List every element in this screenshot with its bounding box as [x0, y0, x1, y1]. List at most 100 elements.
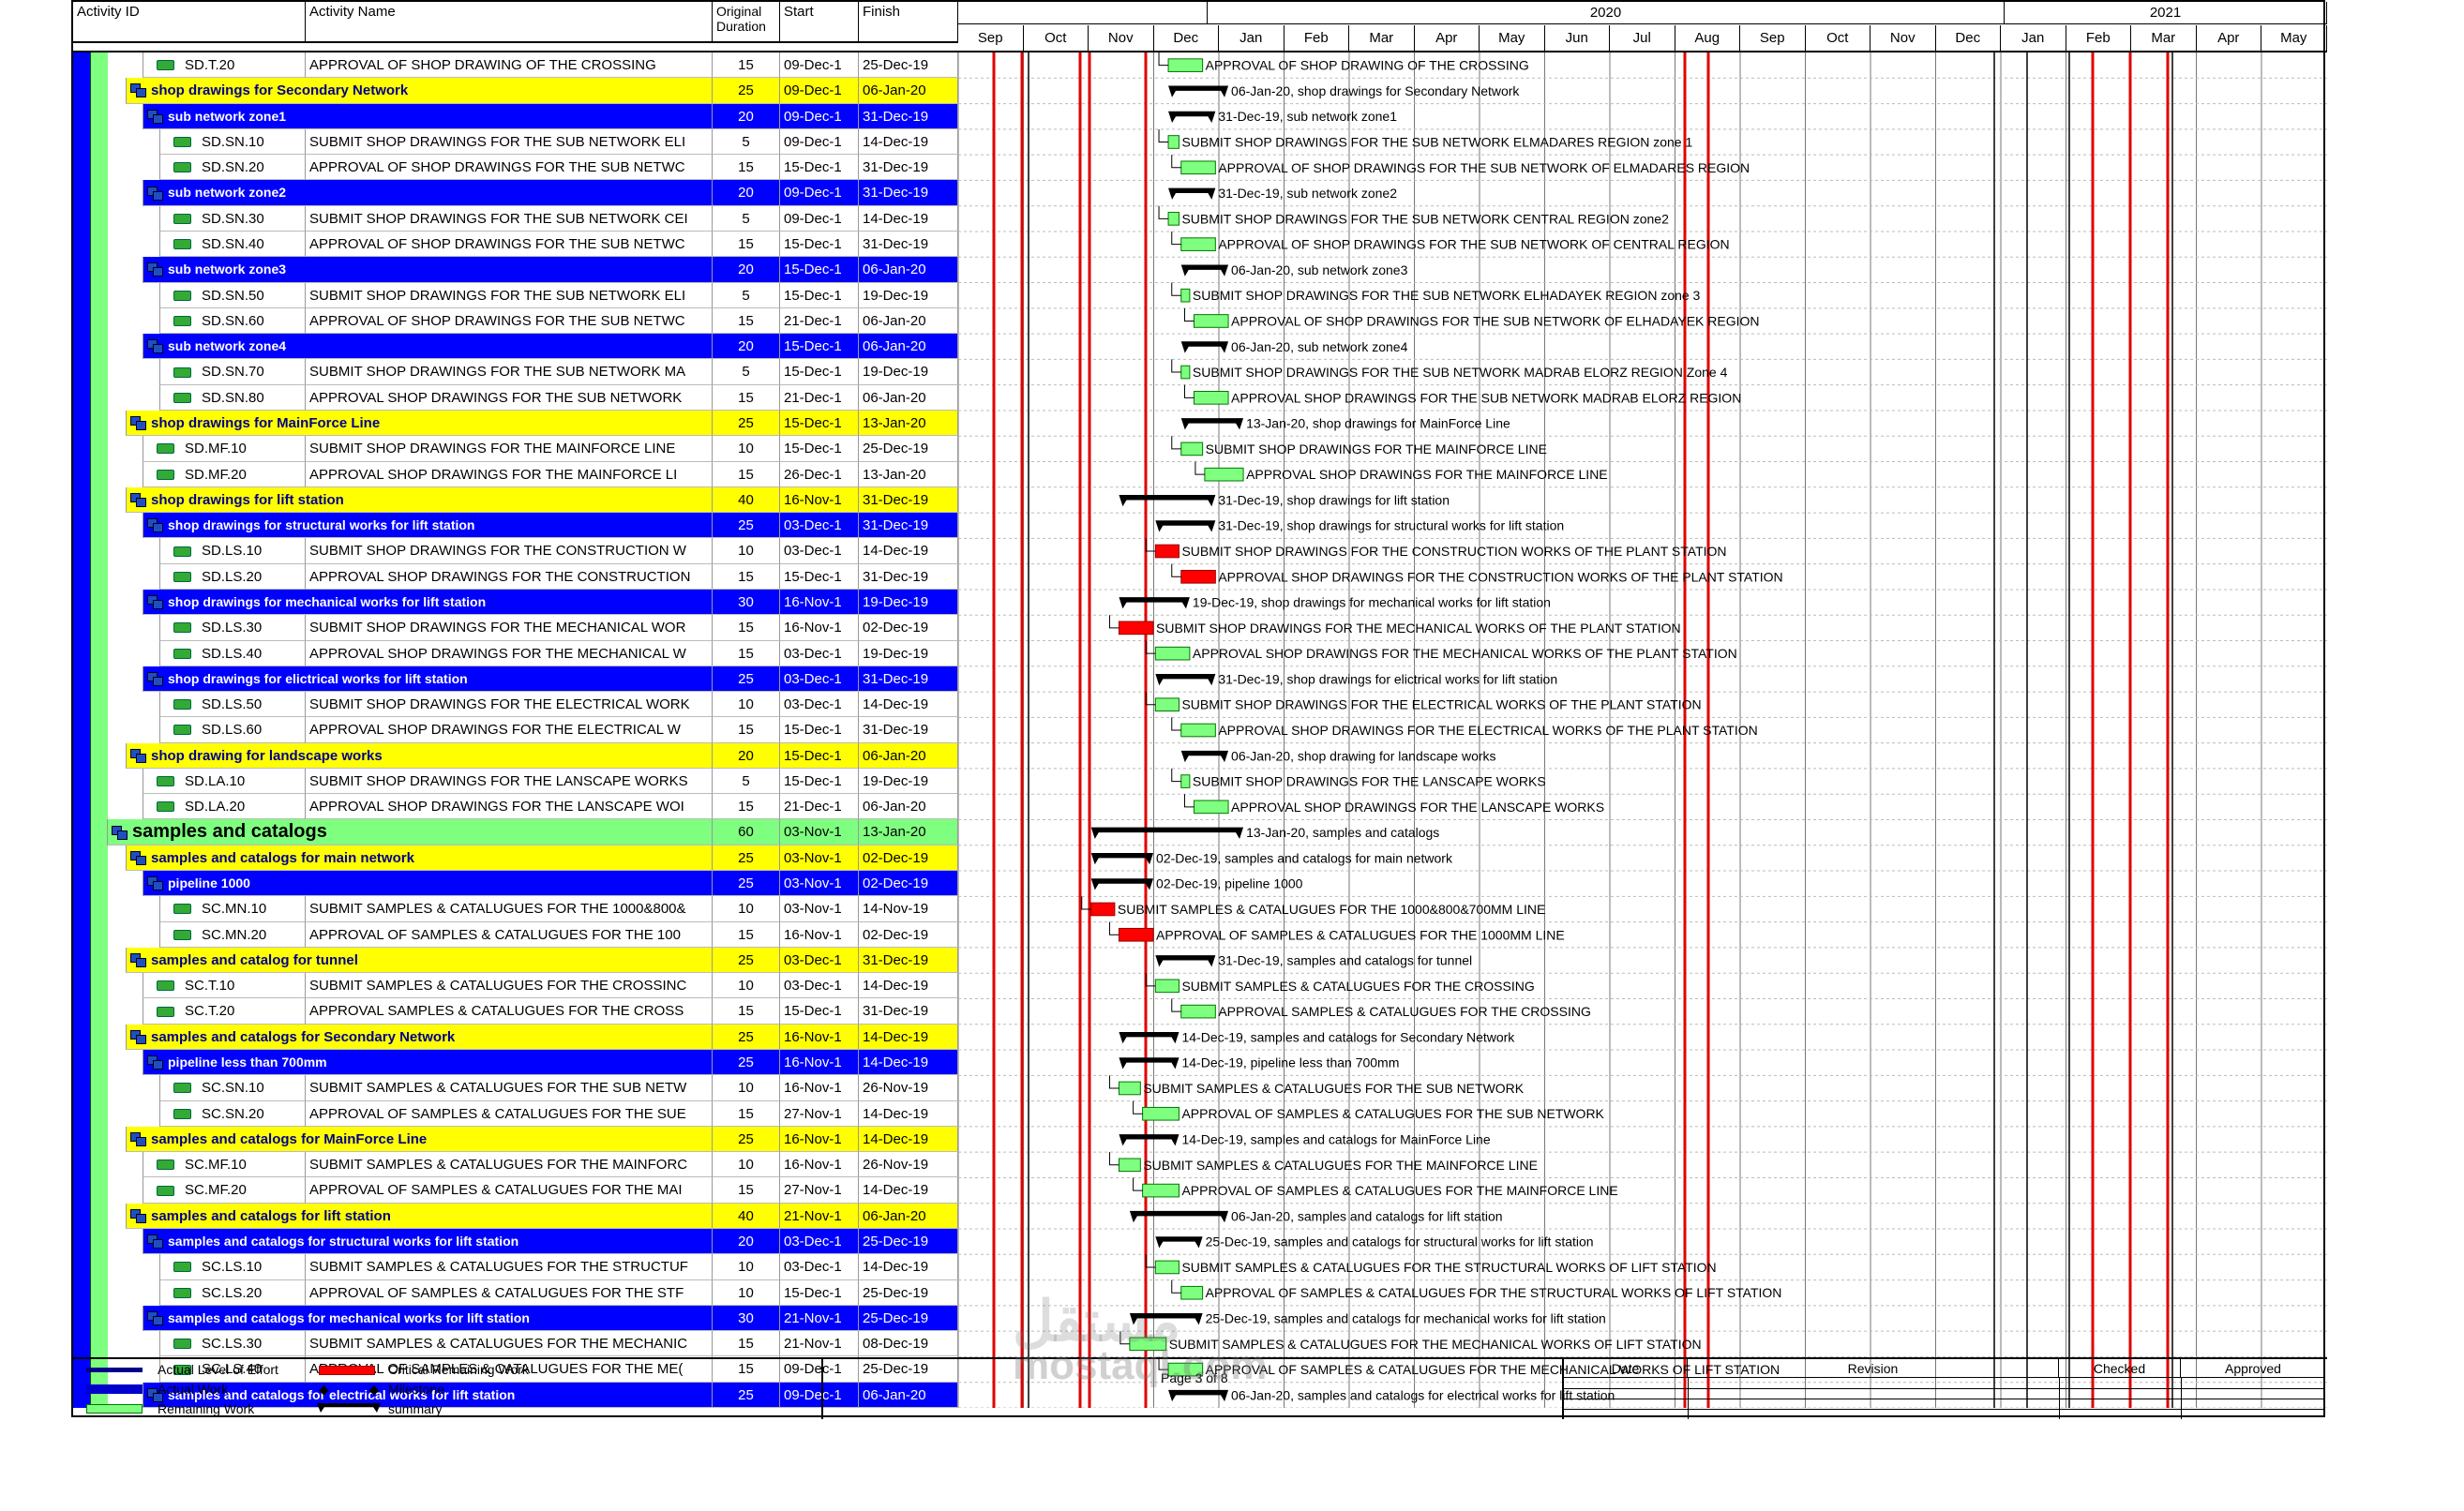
duration-cell: 15 — [713, 998, 780, 1025]
task-bar — [1180, 288, 1191, 303]
wbs-row[interactable]: pipeline less than 700mm 25 16-Nov-1 14-… — [73, 1050, 958, 1076]
activity-icon — [173, 1108, 191, 1119]
activity-row[interactable]: SC.SN.20 APPROVAL OF SAMPLES & CATALUGUE… — [73, 1100, 958, 1127]
activity-row[interactable]: SC.SN.10 SUBMIT SAMPLES & CATALUGUES FOR… — [73, 1075, 958, 1101]
start-cell: 09-Dec-1 — [780, 78, 859, 104]
activity-row[interactable]: SD.LS.40 APPROVAL SHOP DRAWINGS FOR THE … — [73, 640, 958, 666]
wbs-row[interactable]: samples and catalogs for lift station 40… — [73, 1203, 958, 1230]
col-header-start[interactable]: Start — [780, 2, 859, 43]
task-bar — [1204, 467, 1244, 482]
bar-label: SUBMIT SAMPLES & CATALUGUES FOR THE 1000… — [1118, 902, 1545, 917]
wbs-row[interactable]: samples and catalogs for MainForce Line … — [73, 1126, 958, 1153]
activity-row[interactable]: SD.LS.30 SUBMIT SHOP DRAWINGS FOR THE ME… — [73, 615, 958, 641]
task-bar — [1154, 1260, 1179, 1275]
wbs-row[interactable]: shop drawings for MainForce Line 25 15-D… — [73, 410, 958, 437]
activity-icon — [173, 571, 191, 582]
activity-row[interactable]: SC.MF.20 APPROVAL OF SAMPLES & CATALUGUE… — [73, 1177, 958, 1204]
activity-row[interactable]: SC.MF.10 SUBMIT SAMPLES & CATALUGUES FOR… — [73, 1152, 958, 1178]
activity-row[interactable]: SC.T.20 APPROVAL SAMPLES & CATALUGUES FO… — [73, 998, 958, 1025]
activity-row[interactable]: SC.MN.20 APPROVAL OF SAMPLES & CATALUGUE… — [73, 921, 958, 948]
start-cell: 15-Dec-1 — [780, 1279, 859, 1306]
year-2019-cell — [958, 2, 1208, 24]
wbs-row[interactable]: samples and catalogs for structural work… — [73, 1229, 958, 1255]
bar-label: APPROVAL OF SAMPLES & CATALUGUES FOR THE… — [1181, 1106, 1604, 1121]
wbs-row[interactable]: shop drawing for landscape works 20 15-D… — [73, 742, 958, 769]
activity-row[interactable]: SD.SN.70 SUBMIT SHOP DRAWINGS FOR THE SU… — [73, 359, 958, 385]
wbs-row[interactable]: sub network zone3 20 15-Dec-1 06-Jan-20 — [73, 257, 958, 283]
finish-cell: 02-Dec-19 — [859, 845, 958, 872]
activity-row[interactable]: SD.T.20 APPROVAL OF SHOP DRAWING OF THE … — [73, 52, 958, 79]
summary-bar — [1119, 1031, 1179, 1044]
activity-row[interactable]: SD.SN.40 APPROVAL OF SHOP DRAWINGS FOR T… — [73, 231, 958, 258]
activity-row[interactable]: SD.SN.20 APPROVAL OF SHOP DRAWINGS FOR T… — [73, 155, 958, 181]
wbs-row[interactable]: sub network zone4 20 15-Dec-1 06-Jan-20 — [73, 334, 958, 360]
activity-row[interactable]: SD.SN.50 SUBMIT SHOP DRAWINGS FOR THE SU… — [73, 282, 958, 308]
activity-name: SUBMIT SHOP DRAWINGS FOR THE SUB NETWORK… — [306, 359, 713, 385]
activity-row[interactable]: SD.MF.10 SUBMIT SHOP DRAWINGS FOR THE MA… — [73, 436, 958, 462]
wbs-row[interactable]: shop drawings for elictrical works for l… — [73, 666, 958, 693]
col-header-finish[interactable]: Finish — [859, 2, 958, 43]
duration-cell: 15 — [713, 563, 780, 590]
activity-icon — [157, 980, 174, 992]
activity-icon — [173, 1083, 191, 1094]
wbs-row[interactable]: shop drawings for Secondary Network 25 0… — [73, 78, 958, 104]
activity-id: SD.SN.30 — [202, 210, 264, 227]
wbs-row[interactable]: samples and catalogs 60 03-Nov-1 13-Jan-… — [73, 819, 958, 845]
activity-row[interactable]: SD.SN.80 APPROVAL SHOP DRAWINGS FOR THE … — [73, 384, 958, 411]
wbs-name-cell: shop drawings for Secondary Network — [126, 78, 713, 104]
activity-row[interactable]: SD.SN.10 SUBMIT SHOP DRAWINGS FOR THE SU… — [73, 128, 958, 156]
activity-row[interactable]: SD.LA.20 APPROVAL SHOP DRAWINGS FOR THE … — [73, 794, 958, 820]
wbs-row[interactable]: shop drawings for lift station 40 16-Nov… — [73, 486, 958, 514]
dependency-link — [1133, 1100, 1143, 1115]
activity-row[interactable]: SD.LS.10 SUBMIT SHOP DRAWINGS FOR THE CO… — [73, 538, 958, 564]
col-header-duration[interactable]: Original Duration — [713, 2, 780, 43]
duration-cell: 10 — [713, 1254, 780, 1280]
wbs-icon — [147, 1234, 163, 1249]
wbs-row[interactable]: samples and catalogs for Secondary Netwo… — [73, 1024, 958, 1051]
start-cell: 15-Dec-1 — [780, 998, 859, 1025]
activity-icon — [173, 367, 191, 378]
wbs-row[interactable]: samples and catalog for tunnel 25 03-Dec… — [73, 947, 958, 974]
activity-row[interactable]: SC.MN.10 SUBMIT SAMPLES & CATALUGUES FOR… — [73, 896, 958, 922]
activity-id-cell: SC.SN.20 — [159, 1100, 306, 1127]
task-bar — [1142, 1106, 1179, 1121]
start-cell: 21-Nov-1 — [780, 1305, 859, 1332]
col-header-activity-name[interactable]: Activity Name — [306, 2, 713, 43]
activity-icon — [173, 392, 191, 403]
activity-row[interactable]: SD.LS.60 APPROVAL SHOP DRAWINGS FOR THE … — [73, 717, 958, 743]
finish-cell: 13-Jan-20 — [859, 410, 958, 437]
activity-id: SC.MN.10 — [202, 901, 267, 918]
duration-cell: 40 — [713, 486, 780, 514]
bar-label: SUBMIT SHOP DRAWINGS FOR THE SUB NETWORK… — [1193, 288, 1701, 303]
dependency-link — [1108, 921, 1119, 935]
activity-row[interactable]: SD.LS.50 SUBMIT SHOP DRAWINGS FOR THE EL… — [73, 692, 958, 718]
activity-row[interactable]: SD.SN.60 APPROVAL OF SHOP DRAWINGS FOR T… — [73, 307, 958, 335]
wbs-name-cell: samples and catalogs for main network — [126, 845, 713, 872]
bar-label: SUBMIT SAMPLES & CATALUGUES FOR THE MAIN… — [1143, 1158, 1538, 1173]
wbs-row[interactable]: pipeline 1000 25 03-Nov-1 02-Dec-19 — [73, 871, 958, 897]
wbs-row[interactable]: sub network zone2 20 09-Dec-1 31-Dec-19 — [73, 180, 958, 206]
activity-row[interactable]: SD.LS.20 APPROVAL SHOP DRAWINGS FOR THE … — [73, 563, 958, 590]
wbs-icon — [147, 671, 163, 686]
activity-row[interactable]: SD.MF.20 APPROVAL SHOP DRAWINGS FOR THE … — [73, 461, 958, 487]
summary-bar — [1168, 111, 1216, 124]
activity-row[interactable]: SD.SN.30 SUBMIT SHOP DRAWINGS FOR THE SU… — [73, 205, 958, 232]
duration-cell: 15 — [713, 52, 780, 79]
finish-cell: 31-Dec-19 — [859, 513, 958, 539]
finish-cell: 25-Dec-19 — [859, 1229, 958, 1255]
bar-label: 14-Dec-19, pipeline less than 700mm — [1181, 1055, 1399, 1070]
wbs-name: sub network zone1 — [168, 108, 287, 124]
activity-row[interactable]: SD.LA.10 SUBMIT SHOP DRAWINGS FOR THE LA… — [73, 768, 958, 795]
activity-row[interactable]: SC.T.10 SUBMIT SAMPLES & CATALUGUES FOR … — [73, 973, 958, 999]
wbs-row[interactable]: samples and catalogs for main network 25… — [73, 845, 958, 872]
activity-row[interactable]: SC.LS.10 SUBMIT SAMPLES & CATALUGUES FOR… — [73, 1254, 958, 1280]
activity-row[interactable]: SC.LS.20 APPROVAL OF SAMPLES & CATALUGUE… — [73, 1279, 958, 1306]
wbs-row[interactable]: sub network zone1 20 09-Dec-1 31-Dec-19 — [73, 103, 958, 129]
wbs-row[interactable]: samples and catalogs for mechanical work… — [73, 1305, 958, 1332]
summary-bar — [1180, 750, 1229, 763]
col-header-activity-id[interactable]: Activity ID — [73, 2, 306, 43]
wbs-row[interactable]: shop drawings for mechanical works for l… — [73, 589, 958, 616]
activity-row[interactable]: SC.LS.30 SUBMIT SAMPLES & CATALUGUES FOR… — [73, 1331, 958, 1357]
wbs-row[interactable]: shop drawings for structural works for l… — [73, 513, 958, 539]
activity-icon — [157, 443, 174, 455]
